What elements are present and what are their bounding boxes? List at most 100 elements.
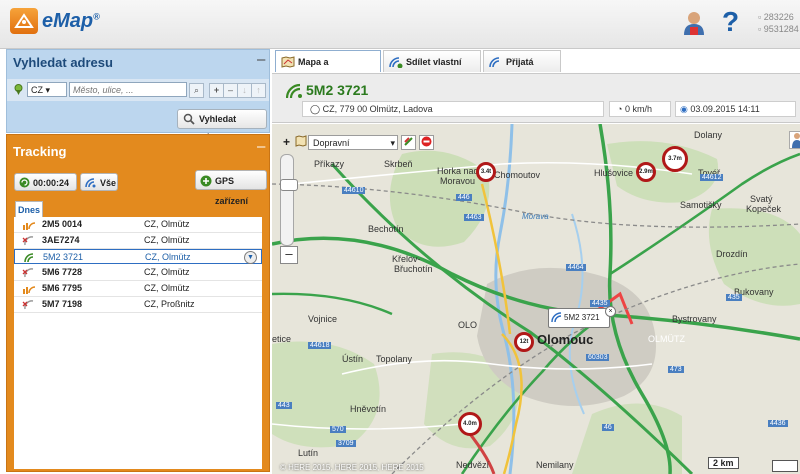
road-number-badge: 446	[456, 194, 472, 201]
restriction-sign[interactable]: 2.9m	[636, 162, 656, 182]
road-number-badge: 44612	[700, 174, 724, 181]
map-place-label: Ústín	[342, 354, 364, 364]
map-place-label: Bystrovany	[672, 314, 717, 324]
map-place-label: Nedvězí	[456, 460, 490, 470]
vehicle-row[interactable]: 5M6 7795 CZ, Olmütz	[14, 281, 262, 297]
restriction-sign[interactable]: 3.7m	[662, 146, 688, 172]
show-all-button[interactable]: Vše	[80, 173, 118, 191]
remove-icon[interactable]: –	[223, 83, 238, 98]
vehicle-speed: ◔ 0 km/h	[617, 104, 652, 114]
map-toolbar: + Dopravní ▾	[280, 135, 456, 151]
map-place-label: Nemilany	[536, 460, 574, 470]
clock-icon: ◉	[680, 104, 688, 114]
search-row: CZ ▾ ⌕ + – ↓ ↑	[7, 79, 269, 101]
map-place-label: Hlušovice	[594, 168, 634, 178]
street-view-person-icon[interactable]	[789, 131, 800, 149]
vehicle-row[interactable]: 2M5 0014 CZ, Olmütz	[14, 217, 262, 233]
search-panel-title: Vyhledat adresu	[13, 55, 113, 70]
tracking-collapse-button[interactable]: –	[257, 138, 265, 155]
tab-map-details[interactable]: Mapa a podrobnosti	[275, 50, 381, 89]
map-place-label: OLO	[458, 320, 478, 330]
vehicle-list: 2M5 0014 CZ, Olmütz 3AE7274 CZ, Olmütz 5…	[14, 217, 262, 469]
app-logo[interactable]: eMap®	[42, 10, 100, 33]
vehicle-row-selected[interactable]: 5M2 3721 CZ, Olmütz ▼	[14, 249, 262, 264]
content-tabs: Mapa a podrobnosti Sdílet vlastní vozy P…	[272, 49, 800, 89]
tab-share-vehicles[interactable]: Sdílet vlastní vozy	[383, 50, 481, 89]
vehicle-timestamp: ◉ 03.09.2015 14:11	[680, 104, 760, 114]
map-place-label: Křelov-	[392, 254, 421, 264]
plus-circle-icon	[200, 175, 212, 187]
help-icon[interactable]: ?	[722, 6, 739, 38]
traffic-icon[interactable]	[401, 135, 416, 150]
search-icon[interactable]: ⌕	[189, 83, 204, 98]
map-place-label: Dolany	[694, 130, 723, 140]
vehicle-row[interactable]: 3AE7274 CZ, Olmütz	[14, 233, 262, 249]
restriction-sign[interactable]: 4.0m	[458, 412, 482, 436]
vehicle-signal-icon	[551, 312, 562, 323]
map-place-label: Břuchotín	[394, 264, 433, 274]
road-number-badge: 44610	[342, 187, 366, 194]
zoom-slider-handle[interactable]	[280, 179, 298, 191]
no-entry-icon[interactable]	[419, 135, 434, 150]
road-number-badge: 473	[668, 366, 684, 373]
vehicle-name: 5M7 7198	[42, 299, 83, 309]
country-select[interactable]: CZ ▾	[27, 82, 67, 97]
arrow-up-icon[interactable]: ↑	[251, 83, 266, 98]
map-view[interactable]: Příkazy Skrbeň Horka nad Moravou Chomout…	[272, 124, 800, 474]
road-number-badge: 4436	[768, 420, 788, 427]
restriction-sign[interactable]: 12t	[514, 332, 534, 352]
vehicle-signal-icon	[24, 253, 34, 263]
vehicle-row[interactable]: 5M7 7198 CZ, Proßnitz	[14, 297, 262, 313]
tracking-panel-title: Tracking	[13, 144, 67, 159]
map-scale: 2 km	[708, 457, 739, 469]
road-number-badge: 4464	[566, 264, 586, 271]
map-place-label: Bechotín	[368, 224, 404, 234]
received-signal-icon	[489, 57, 500, 68]
add-icon[interactable]: +	[209, 83, 224, 98]
zoom-slider[interactable]	[280, 154, 294, 246]
location-pin-icon	[14, 84, 23, 95]
map-layer-select[interactable]: Dopravní ▾	[308, 135, 398, 150]
vehicle-location: CZ, Olmütz	[144, 235, 190, 245]
map-place-label: Kopeček	[746, 204, 782, 214]
share-signal-icon	[389, 57, 403, 68]
vehicle-moving-icon	[23, 286, 36, 294]
location-icon: ◯	[310, 104, 321, 114]
map-place-label: Moravou	[440, 176, 476, 186]
search-address-button[interactable]: Vyhledat adresu	[177, 109, 267, 142]
popup-close-icon[interactable]: ×	[605, 306, 616, 317]
vehicle-location: CZ, Olmütz	[144, 267, 190, 277]
vehicle-map-marker[interactable]: 5M2 3721	[548, 308, 610, 328]
vehicle-options-chevron-icon[interactable]: ▼	[244, 251, 257, 264]
map-place-label: etice	[272, 334, 292, 344]
address-input[interactable]	[69, 82, 187, 97]
logo-icon	[10, 8, 38, 34]
refresh-icon	[19, 177, 30, 188]
zoom-in-button[interactable]: +	[280, 135, 293, 150]
tab-today[interactable]: Dnes	[15, 201, 43, 218]
vehicle-location: CZ, Olmütz	[145, 252, 191, 262]
stat-counter-2: ▫ 9531284	[758, 24, 799, 34]
vehicle-name: 3AE7274	[42, 235, 80, 245]
map-place-label: Drozdín	[716, 249, 748, 259]
arrow-down-icon[interactable]: ↓	[237, 83, 252, 98]
vehicle-offline-icon	[22, 236, 34, 246]
map-place-label: Samotišky	[680, 200, 722, 210]
tab-received-shares[interactable]: Přijatá sdílení	[483, 50, 561, 89]
map-place-label: Vojnice	[308, 314, 338, 324]
road-number-badge: 435	[726, 294, 742, 301]
search-collapse-button[interactable]: –	[257, 51, 265, 68]
vehicle-name: 5M2 3721	[43, 252, 84, 262]
zoom-out-button[interactable]: –	[280, 246, 298, 264]
map-city-label: Olomouc	[537, 332, 594, 347]
map-place-label: Horka nad	[437, 166, 479, 176]
vehicle-row[interactable]: 5M6 7728 CZ, Olmütz	[14, 265, 262, 281]
gps-devices-button[interactable]: GPS zařízení	[195, 170, 267, 206]
user-account-icon[interactable]	[683, 11, 705, 35]
layers-icon[interactable]	[295, 135, 307, 150]
refresh-timer-button[interactable]: 00:00:24	[14, 173, 77, 191]
vehicle-marker-label: 5M2 3721	[564, 313, 600, 322]
restriction-sign[interactable]: 3.4t	[476, 162, 496, 182]
road-number-badge: 3709	[336, 440, 356, 447]
vehicle-name: 2M5 0014	[42, 219, 83, 229]
